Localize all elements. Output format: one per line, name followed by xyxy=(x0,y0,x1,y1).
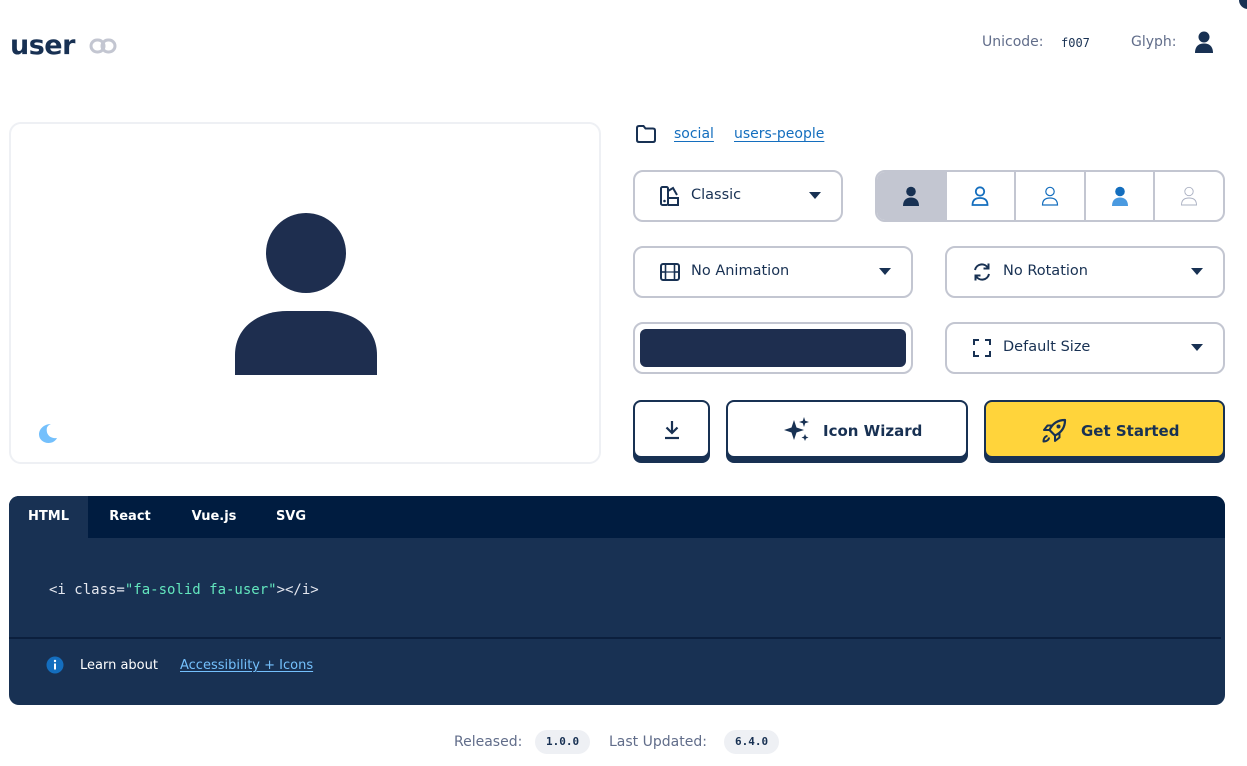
style-option-duotone[interactable] xyxy=(1083,172,1154,220)
code-tabs: HTML React Vue.js SVG xyxy=(9,496,1225,538)
color-picker[interactable] xyxy=(633,322,913,374)
user-duotone-icon xyxy=(1111,186,1128,206)
style-toggle-group xyxy=(875,170,1225,222)
style-option-light[interactable] xyxy=(1014,172,1084,220)
accessibility-link[interactable]: Accessibility + Icons xyxy=(180,658,313,673)
code-tag-open: <i class= xyxy=(49,582,125,598)
style-option-solid[interactable] xyxy=(877,172,945,220)
animation-select-label: No Animation xyxy=(691,263,790,279)
style-option-regular[interactable] xyxy=(944,172,1015,220)
code-panel: HTML React Vue.js SVG <i class="fa-solid… xyxy=(9,496,1225,705)
code-snippet[interactable]: <i class="fa-solid fa-user"></i> xyxy=(49,582,319,598)
sparkles-icon xyxy=(784,417,809,441)
user-solid-icon xyxy=(902,186,919,206)
family-select-label: Classic xyxy=(691,187,742,203)
moon-icon[interactable] xyxy=(37,422,59,444)
chevron-down-icon xyxy=(1191,268,1203,275)
expand-icon xyxy=(973,339,991,357)
unicode-value[interactable]: f007 xyxy=(1061,36,1090,50)
style-option-thin[interactable] xyxy=(1153,172,1223,220)
icon-wizard-label: Icon Wizard xyxy=(823,422,923,440)
corner-avatar xyxy=(1239,0,1247,9)
animation-select[interactable]: No Animation xyxy=(633,246,913,298)
user-icon[interactable] xyxy=(1194,31,1214,53)
palette-icon xyxy=(660,186,679,206)
size-select-label: Default Size xyxy=(1003,339,1091,355)
category-link-social[interactable]: social xyxy=(674,126,714,142)
size-select[interactable]: Default Size xyxy=(945,322,1225,374)
download-icon xyxy=(665,421,679,440)
user-thin-icon xyxy=(1181,186,1198,206)
rocket-icon xyxy=(1042,418,1067,443)
rotation-select[interactable]: No Rotation xyxy=(945,246,1225,298)
glyph-label: Glyph: xyxy=(1131,34,1177,50)
chevron-down-icon xyxy=(879,268,891,275)
code-tag-close: ></i> xyxy=(276,582,319,598)
get-started-button[interactable]: Get Started xyxy=(984,400,1225,458)
updated-version-badge: 6.4.0 xyxy=(724,730,780,754)
user-regular-icon xyxy=(971,186,989,206)
chevron-down-icon xyxy=(809,192,821,199)
user-icon xyxy=(235,213,377,375)
folder-icon xyxy=(636,125,656,143)
code-class-string: "fa-solid fa-user" xyxy=(124,582,277,598)
unicode-label: Unicode: xyxy=(982,34,1044,50)
tab-svg[interactable]: SVG xyxy=(259,496,323,538)
icon-wizard-button[interactable]: Icon Wizard xyxy=(726,400,968,458)
rotation-select-label: No Rotation xyxy=(1003,263,1088,279)
link-icon[interactable] xyxy=(89,37,117,55)
get-started-label: Get Started xyxy=(1081,422,1180,440)
rotate-icon xyxy=(974,263,990,281)
released-version-badge: 1.0.0 xyxy=(535,730,591,754)
category-link-users-people[interactable]: users-people xyxy=(734,126,824,142)
film-icon xyxy=(660,263,680,281)
tab-vuejs[interactable]: Vue.js xyxy=(179,496,249,538)
user-light-icon xyxy=(1041,186,1059,206)
icon-preview xyxy=(9,122,601,464)
tab-html[interactable]: HTML xyxy=(9,496,88,538)
last-updated-label: Last Updated: xyxy=(609,734,707,750)
page-title: user xyxy=(10,30,75,61)
divider xyxy=(9,637,1221,639)
released-label: Released: xyxy=(454,734,523,750)
tab-react[interactable]: React xyxy=(95,496,165,538)
chevron-down-icon xyxy=(1191,344,1203,351)
color-swatch xyxy=(640,329,906,367)
info-icon xyxy=(46,656,64,674)
download-button[interactable] xyxy=(633,400,710,458)
family-select[interactable]: Classic xyxy=(633,170,843,222)
learn-about-text: Learn about xyxy=(80,658,158,673)
